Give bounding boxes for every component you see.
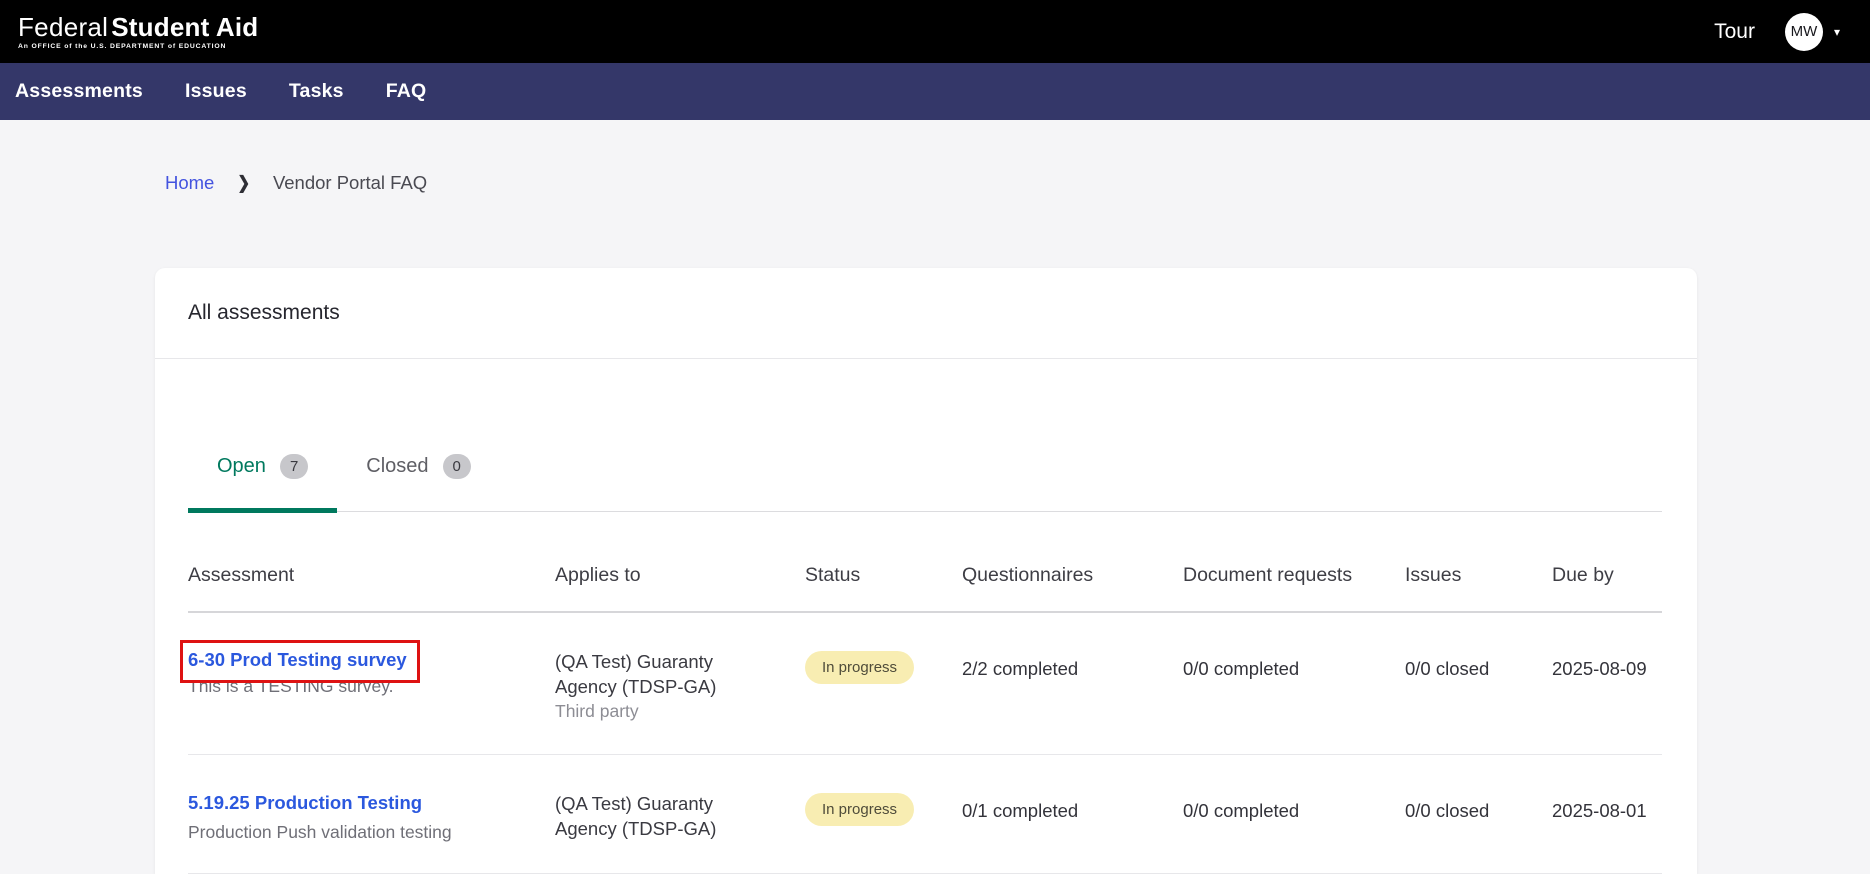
main-nav: Assessments Issues Tasks FAQ (0, 63, 1870, 120)
tour-link[interactable]: Tour (1714, 20, 1755, 44)
tab-closed-count-badge: 0 (443, 454, 471, 479)
cell-due-by: 2025-08-01 (1552, 791, 1662, 843)
cell-questionnaires: 0/1 completed (962, 791, 1183, 843)
nav-item-tasks[interactable]: Tasks (289, 80, 344, 103)
nav-item-assessments[interactable]: Assessments (15, 80, 143, 103)
breadcrumb-current: Vendor Portal FAQ (273, 172, 427, 194)
table-row: 5.19.25 Production Testing Production Pu… (188, 755, 1662, 874)
logo-federal-text: Federal (18, 12, 108, 42)
column-header-assessment: Assessment (188, 564, 555, 587)
assessment-link[interactable]: 6-30 Prod Testing survey (188, 649, 407, 670)
cell-applies-to: (QA Test) Guaranty Agency (TDSP-GA) Thir… (555, 649, 805, 724)
applies-to-type: Third party (555, 699, 781, 724)
top-bar: FederalStudent Aid An OFFICE of the U.S.… (0, 0, 1870, 63)
column-header-document-requests: Document requests (1183, 564, 1405, 587)
applies-to-org: (QA Test) Guaranty Agency (TDSP-GA) (555, 791, 740, 841)
annotation-highlight-box: 6-30 Prod Testing survey (180, 640, 420, 683)
logo-tagline: An OFFICE of the U.S. DEPARTMENT of EDUC… (18, 43, 258, 50)
cell-assessment: 6-30 Prod Testing survey This is a TESTI… (188, 649, 555, 724)
avatar[interactable]: MW (1785, 13, 1823, 51)
cell-assessment: 5.19.25 Production Testing Production Pu… (188, 791, 555, 843)
federal-student-aid-logo: FederalStudent Aid An OFFICE of the U.S.… (18, 14, 258, 50)
assessment-tabs: Open 7 Closed 0 (188, 454, 1662, 512)
tab-open-label: Open (217, 455, 266, 478)
breadcrumb-home-link[interactable]: Home (165, 172, 214, 194)
logo-wordmark: FederalStudent Aid (18, 14, 258, 40)
assessment-subtitle: Production Push validation testing (188, 821, 531, 843)
column-header-issues: Issues (1405, 564, 1552, 587)
cell-document-requests: 0/0 completed (1183, 649, 1405, 724)
cell-due-by: 2025-08-09 (1552, 649, 1662, 724)
cell-status: In progress (805, 649, 962, 724)
card-body: Open 7 Closed 0 Assessment Applies to St… (155, 454, 1697, 874)
table-row: 6-30 Prod Testing survey This is a TESTI… (188, 613, 1662, 755)
cell-issues: 0/0 closed (1405, 649, 1552, 724)
column-header-status: Status (805, 564, 962, 587)
tab-closed[interactable]: Closed 0 (337, 454, 500, 511)
chevron-right-icon: ❯ (237, 173, 250, 194)
status-badge: In progress (805, 793, 914, 826)
nav-item-issues[interactable]: Issues (185, 80, 247, 103)
tab-open[interactable]: Open 7 (188, 454, 337, 511)
nav-item-faq[interactable]: FAQ (386, 80, 427, 103)
user-menu[interactable]: MW ▾ (1785, 13, 1840, 51)
logo-student-aid-text: Student Aid (111, 12, 258, 42)
tab-open-count-badge: 7 (280, 454, 308, 479)
column-header-due-by: Due by (1552, 564, 1662, 587)
status-badge: In progress (805, 651, 914, 684)
card-title: All assessments (188, 301, 340, 325)
caret-down-icon[interactable]: ▾ (1834, 25, 1840, 39)
top-bar-right: Tour MW ▾ (1714, 13, 1840, 51)
cell-questionnaires: 2/2 completed (962, 649, 1183, 724)
assessment-link[interactable]: 5.19.25 Production Testing (188, 792, 422, 813)
applies-to-org: (QA Test) Guaranty Agency (TDSP-GA) (555, 649, 740, 699)
breadcrumb: Home ❯ Vendor Portal FAQ (165, 172, 1870, 194)
card-header: All assessments (155, 268, 1697, 359)
column-header-applies-to: Applies to (555, 564, 805, 587)
assessments-card: All assessments Open 7 Closed 0 Assessme… (155, 268, 1697, 874)
cell-issues: 0/0 closed (1405, 791, 1552, 843)
tab-closed-label: Closed (366, 455, 428, 478)
cell-document-requests: 0/0 completed (1183, 791, 1405, 843)
cell-status: In progress (805, 791, 962, 843)
cell-applies-to: (QA Test) Guaranty Agency (TDSP-GA) (555, 791, 805, 843)
column-header-questionnaires: Questionnaires (962, 564, 1183, 587)
table-header: Assessment Applies to Status Questionnai… (188, 512, 1662, 613)
